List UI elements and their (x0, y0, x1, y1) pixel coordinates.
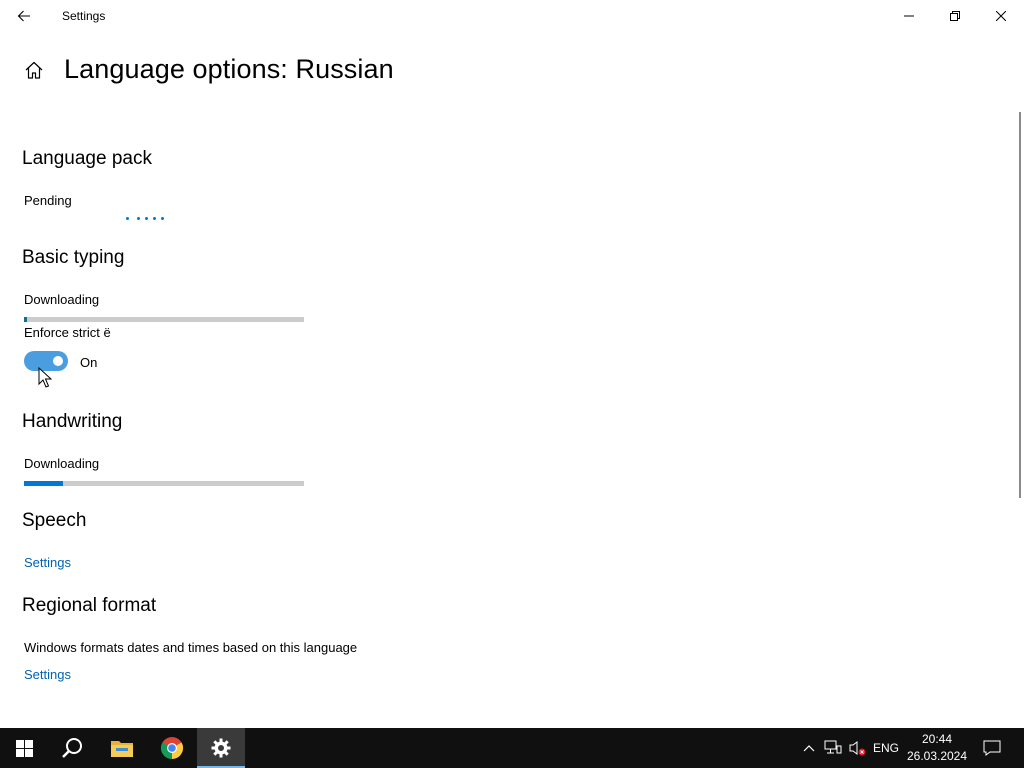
page-header: Language options: Russian (22, 54, 394, 85)
minimize-icon (904, 15, 914, 17)
action-center-button[interactable] (978, 728, 1006, 768)
input-language-button[interactable]: ENG (870, 728, 902, 768)
back-button[interactable] (8, 4, 40, 28)
loading-dot (145, 217, 148, 220)
back-arrow-icon (17, 10, 30, 22)
handwriting-progress-fill (24, 481, 64, 486)
home-button[interactable] (22, 58, 46, 82)
search-icon (62, 738, 82, 758)
title-bar: Settings (0, 0, 1024, 32)
regional-format-description: Windows formats dates and times based on… (24, 640, 358, 655)
notification-icon (983, 740, 1001, 756)
handwriting-heading: Handwriting (22, 411, 123, 432)
chevron-up-icon (803, 745, 815, 752)
enforce-strict-label: Enforce strict ë (24, 325, 111, 340)
show-hidden-icons-button[interactable] (800, 728, 818, 768)
clock-date: 26.03.2024 (906, 749, 968, 763)
close-button[interactable] (978, 0, 1024, 32)
loading-indicator (126, 217, 164, 220)
search-button[interactable] (48, 728, 96, 768)
basic-typing-progress-fill (24, 317, 27, 322)
restore-button[interactable] (932, 0, 978, 32)
language-pack-status: Pending (24, 193, 72, 208)
home-icon (25, 61, 43, 79)
regional-format-heading: Regional format (22, 595, 157, 616)
handwriting-progress (24, 481, 304, 486)
windows-logo-icon (15, 739, 33, 757)
loading-dot (137, 217, 140, 220)
speech-heading: Speech (22, 510, 87, 531)
close-icon (996, 11, 1006, 21)
restore-icon (950, 11, 960, 21)
window-title: Settings (62, 9, 106, 23)
basic-typing-status: Downloading (24, 292, 100, 307)
handwriting-status: Downloading (24, 456, 100, 471)
volume-muted-icon (849, 741, 866, 756)
basic-typing-progress (24, 317, 304, 322)
mouse-cursor-icon (38, 367, 52, 388)
gear-icon (211, 738, 231, 758)
chrome-icon (161, 737, 183, 759)
folder-icon (111, 741, 133, 757)
chrome-button[interactable] (148, 728, 196, 768)
page-title: Language options: Russian (64, 54, 394, 84)
settings-app-button[interactable] (197, 728, 245, 768)
loading-dot (126, 217, 129, 220)
clock-time: 20:44 (921, 732, 953, 746)
regional-settings-link[interactable]: Settings (24, 667, 71, 682)
start-button[interactable] (0, 728, 48, 768)
toggle-state-label: On (80, 355, 98, 370)
network-icon (824, 740, 842, 754)
volume-button[interactable] (846, 728, 868, 768)
speech-settings-link[interactable]: Settings (24, 555, 71, 570)
clock[interactable]: 20:44 26.03.2024 (904, 728, 970, 768)
basic-typing-heading: Basic typing (22, 247, 125, 268)
minimize-button[interactable] (886, 0, 932, 32)
loading-dot (161, 217, 164, 220)
file-explorer-button[interactable] (98, 728, 146, 768)
taskbar: ENG 20:44 26.03.2024 (0, 728, 1024, 768)
network-button[interactable] (822, 728, 844, 768)
toggle-knob (53, 356, 63, 366)
language-pack-heading: Language pack (22, 148, 152, 169)
loading-dot (153, 217, 156, 220)
scrollbar[interactable] (1019, 112, 1021, 498)
input-language-label: ENG (872, 741, 899, 755)
